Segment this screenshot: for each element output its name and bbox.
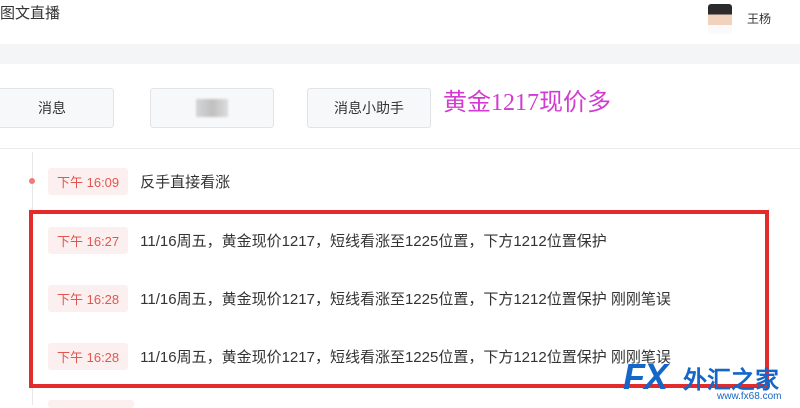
time-tag: 下午 16:09 (48, 167, 129, 195)
user-avatar[interactable] (708, 4, 732, 34)
message-text: 反手直接看涨 (140, 173, 231, 191)
message-assistant-label: 消息小助手 (334, 100, 404, 116)
blurred-label (196, 99, 228, 117)
time-tag-partial (48, 400, 134, 408)
header-divider (0, 44, 800, 64)
watermark-logo: FX 外汇之家 www.fx68.com (617, 356, 800, 405)
top-bar: 图文直播 王杨 (0, 0, 800, 44)
watermark-url: www.fx68.com (717, 391, 782, 402)
messages-button-label: 消息 (38, 100, 66, 116)
blurred-button[interactable] (150, 88, 274, 128)
annotation-text: 黄金1217现价多 (443, 90, 611, 116)
user-name[interactable]: 王杨 (747, 10, 771, 27)
messages-button[interactable]: 消息 (0, 88, 114, 128)
page-title: 图文直播 (0, 5, 61, 22)
watermark-fx-logo: FX (623, 356, 668, 397)
message-assistant-button[interactable]: 消息小助手 (307, 88, 431, 128)
feed-item: 下午 16:09 反手直接看涨 (48, 167, 230, 195)
toolbar-separator (0, 148, 800, 149)
timeline-dot (29, 178, 35, 184)
watermark-name: 外汇之家 (683, 367, 779, 394)
